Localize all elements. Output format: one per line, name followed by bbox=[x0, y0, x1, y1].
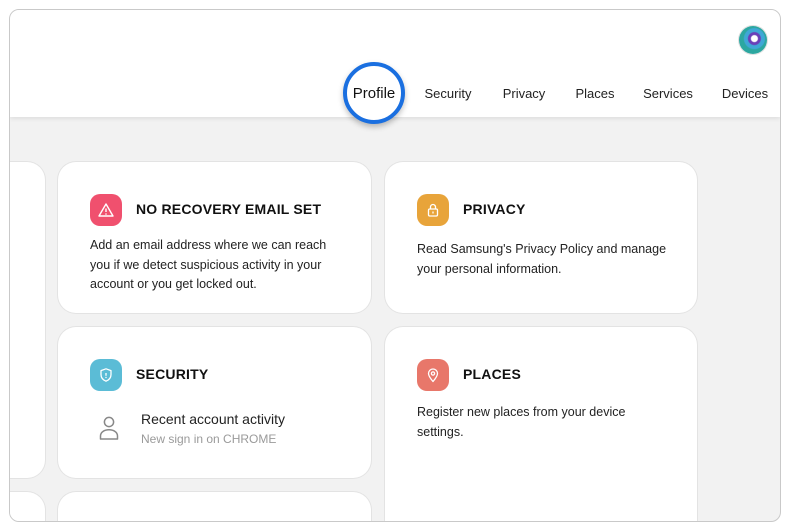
warning-icon bbox=[90, 194, 122, 226]
tab-privacy[interactable]: Privacy bbox=[503, 86, 546, 101]
shield-icon bbox=[90, 359, 122, 391]
recent-activity-subtitle: New sign in on CHROME bbox=[141, 432, 277, 446]
left-card-partial[interactable] bbox=[10, 162, 45, 478]
top-navigation-bar: Profile Security Privacy Places Services… bbox=[10, 10, 780, 124]
privacy-title: PRIVACY bbox=[463, 201, 526, 217]
places-description: Register new places from your device set… bbox=[417, 405, 626, 439]
places-title: PLACES bbox=[463, 366, 521, 382]
app-window: Profile Security Privacy Places Services… bbox=[9, 9, 781, 522]
location-pin-icon bbox=[417, 359, 449, 391]
bottom-card-partial[interactable] bbox=[58, 492, 371, 521]
recent-activity-title[interactable]: Recent account activity bbox=[141, 411, 285, 427]
lock-icon bbox=[417, 194, 449, 226]
privacy-description: Read Samsung's Privacy Policy and manage… bbox=[417, 242, 667, 276]
recovery-email-description: Add an email address where we can reach … bbox=[90, 238, 327, 291]
person-icon bbox=[99, 416, 119, 440]
tab-places[interactable]: Places bbox=[575, 86, 614, 101]
tab-services[interactable]: Services bbox=[643, 86, 693, 101]
recovery-email-card[interactable]: NO RECOVERY EMAIL SET Add an email addre… bbox=[58, 162, 371, 313]
avatar[interactable] bbox=[739, 26, 767, 54]
tab-security[interactable]: Security bbox=[425, 86, 472, 101]
places-card[interactable]: PLACES Register new places from your dev… bbox=[385, 327, 697, 521]
nav-tabs: Profile Security Privacy Places Services… bbox=[10, 62, 780, 124]
tab-profile[interactable]: Profile bbox=[343, 62, 405, 124]
left-card-bottom-partial[interactable] bbox=[10, 492, 45, 521]
privacy-card[interactable]: PRIVACY Read Samsung's Privacy Policy an… bbox=[385, 162, 697, 313]
security-title: SECURITY bbox=[136, 366, 209, 382]
tab-devices[interactable]: Devices bbox=[722, 86, 768, 101]
recovery-email-title: NO RECOVERY EMAIL SET bbox=[136, 201, 322, 217]
security-card[interactable]: SECURITY Recent account activity New sig… bbox=[58, 327, 371, 478]
